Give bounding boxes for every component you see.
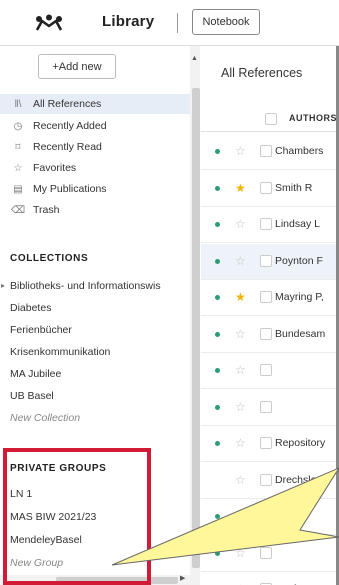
author-cell: Chambers [275,145,324,157]
status-dot-icon [215,258,220,264]
collection-item[interactable]: Diabetes [10,302,190,314]
reference-row[interactable]: ☆ [201,536,339,572]
clock-icon: ◷ [13,120,23,132]
column-header: AUTHORS [201,102,339,132]
bookmark-icon: ⌑ [15,141,21,153]
star-filled-icon[interactable]: ★ [235,290,246,304]
reference-row[interactable]: ☆ Drechsler I [201,463,339,499]
nav-trash[interactable]: ⌫ Trash [0,200,190,220]
list-title: All References [221,66,303,80]
all-references-icon: ‖\ [14,98,22,110]
star-outline-icon[interactable]: ☆ [235,400,246,414]
row-checkbox[interactable] [260,364,272,376]
reference-row[interactable]: ☆Töpfer A [201,572,339,585]
nav-favorites[interactable]: ☆ Favorites [0,158,190,178]
highlight-box [3,448,151,585]
status-dot-icon [215,404,220,410]
star-outline-icon[interactable]: ☆ [235,217,246,231]
row-checkbox[interactable] [260,181,272,194]
nav-label: Favorites [33,162,77,174]
publications-icon: ▤ [13,183,23,195]
author-cell: Poynton F [275,254,323,267]
nav-label: My Publications [33,183,107,195]
row-checkbox[interactable] [260,473,272,486]
author-cell: Lindsay L [275,218,320,230]
star-outline-icon[interactable]: ☆ [235,436,246,450]
top-bar: Library Notebook [0,0,339,46]
reference-row[interactable]: ☆ [201,353,339,389]
reference-row[interactable]: ☆ Chambers [201,134,339,170]
status-dot-icon [215,295,220,300]
nav-label: Trash [33,204,60,216]
collection-item[interactable]: Bibliotheks- und Informationswis [10,280,190,292]
star-outline-icon[interactable]: ☆ [235,144,246,158]
status-dot-icon [215,514,220,519]
scroll-right-icon[interactable]: ▶ [180,574,185,582]
row-checkbox[interactable] [260,218,272,230]
star-outline-icon[interactable]: ☆ [235,363,246,377]
star-outline-icon: ☆ [13,162,23,174]
star-outline-icon[interactable]: ☆ [235,473,246,487]
reference-row[interactable]: ☆ [201,390,339,426]
star-filled-icon[interactable]: ★ [235,181,246,195]
author-cell: Mayring P, [275,291,324,303]
nav-recently-read[interactable]: ⌑ Recently Read [0,137,190,157]
reference-row[interactable]: ☆ Poynton F [201,243,339,280]
notebook-button[interactable]: Notebook [192,9,260,35]
library-title[interactable]: Library [102,13,154,30]
collection-item[interactable]: Ferienbücher [10,324,190,336]
row-checkbox[interactable] [260,437,272,449]
status-dot-icon [215,185,220,191]
nav-recently-added[interactable]: ◷ Recently Added [0,116,190,136]
mendeley-logo-icon[interactable] [34,14,64,32]
nav-all-references[interactable]: ‖\ All References [0,94,190,114]
star-outline-icon[interactable]: ☆ [235,254,246,268]
star-outline-icon[interactable]: ☆ [235,509,246,523]
collection-item[interactable]: UB Basel [10,390,190,402]
status-dot-icon [215,331,220,337]
nav-label: Recently Added [33,120,107,132]
row-checkbox[interactable] [260,400,272,413]
new-collection-link[interactable]: New Collection [10,412,190,424]
reference-list: All References AUTHORS ☆ Chambers ★ Smith R… [201,46,339,585]
row-checkbox[interactable] [260,327,272,340]
sidebar-scroll-thumb[interactable] [192,88,200,568]
trash-icon: ⌫ [10,204,26,216]
title-divider [177,13,178,33]
row-checkbox[interactable] [260,254,272,267]
status-dot-icon [215,149,220,154]
scroll-up-icon[interactable]: ▲ [191,55,198,62]
reference-row[interactable]: ☆ Lindsay L [201,207,339,243]
row-checkbox[interactable] [260,510,272,522]
author-cell: Drechsler I [275,473,326,486]
author-cell: Repository [275,437,326,449]
chevron-right-icon[interactable]: ▸ [1,281,5,290]
reference-row[interactable]: ☆ Repository [201,426,339,462]
star-outline-icon[interactable]: ☆ [235,546,246,560]
author-cell: Smith R [275,181,313,194]
app-window: Library Notebook +Add new ‖\ All Referen… [0,0,339,585]
status-dot-icon [215,222,220,227]
collection-item[interactable]: Krisenkommunikation [10,346,190,358]
reference-row[interactable]: ★ Mayring P, [201,280,339,316]
nav-my-publications[interactable]: ▤ My Publications [0,179,190,199]
status-dot-icon [215,368,220,373]
authors-column-header[interactable]: AUTHORS [289,113,337,123]
status-dot-icon [215,550,220,556]
add-new-button[interactable]: +Add new [38,54,116,79]
collections-heading: COLLECTIONS [10,253,89,264]
star-outline-icon[interactable]: ☆ [235,327,246,341]
select-all-checkbox[interactable] [265,113,277,125]
author-cell: Bundesam [275,327,326,340]
collection-item[interactable]: MA Jubilee [10,368,190,380]
nav-label: All References [33,98,102,110]
reference-row[interactable]: ★ Smith R [201,171,339,207]
row-checkbox[interactable] [260,145,272,157]
row-checkbox[interactable] [260,546,272,559]
nav-label: Recently Read [33,141,102,153]
status-dot-icon [215,441,220,446]
reference-row[interactable]: ☆ [201,499,339,535]
row-checkbox[interactable] [260,291,272,303]
reference-row[interactable]: ☆ Bundesam [201,317,339,353]
